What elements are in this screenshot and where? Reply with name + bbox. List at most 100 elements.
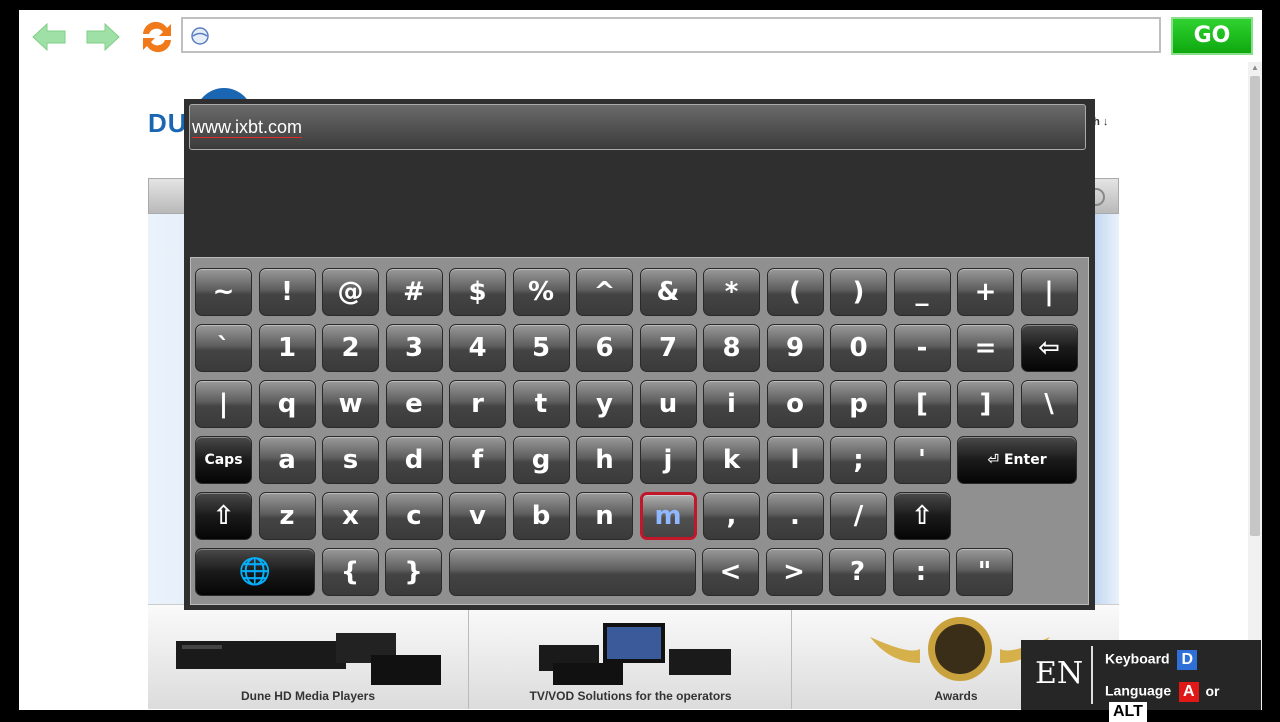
key-symbol[interactable]: @ [322, 268, 379, 316]
key-n[interactable]: n [576, 492, 633, 540]
key-m[interactable]: m [639, 492, 697, 540]
key-b[interactable]: b [512, 492, 570, 540]
key-q[interactable]: q [258, 380, 316, 428]
key-symbol[interactable]: , [703, 492, 760, 540]
key-symbol[interactable]: & [639, 268, 697, 316]
key-symbol[interactable]: ) [830, 268, 887, 316]
key-i[interactable]: i [703, 380, 760, 428]
media-player-image [176, 633, 441, 685]
key-symbol[interactable]: = [957, 324, 1014, 372]
key-symbol[interactable]: ? [829, 548, 886, 596]
key-symbol[interactable]: $ [449, 268, 506, 316]
alt-shortcut-key: ALT [1109, 702, 1147, 722]
key-v[interactable]: v [449, 492, 506, 540]
shift-key[interactable]: ⇧ [893, 492, 951, 540]
site-logo[interactable]: DU [148, 108, 188, 139]
key-symbol[interactable]: ~ [195, 268, 252, 316]
key-symbol[interactable]: | [1020, 268, 1078, 316]
key-f[interactable]: f [449, 436, 506, 484]
key-symbol[interactable]: } [385, 548, 442, 596]
key-d[interactable]: d [385, 436, 443, 484]
key-symbol[interactable]: [ [893, 380, 951, 428]
key-symbol[interactable]: * [703, 268, 760, 316]
key-7[interactable]: 7 [639, 324, 697, 372]
shift-key[interactable]: ⇧ [195, 492, 252, 540]
key-r[interactable]: r [449, 380, 506, 428]
key-0[interactable]: 0 [830, 324, 887, 372]
product-label: Dune HD Media Players [240, 689, 376, 703]
key-9[interactable]: 9 [766, 324, 824, 372]
vertical-scrollbar[interactable]: ▲ [1248, 62, 1262, 710]
keyboard-text-field[interactable]: www.ixbt.com [189, 104, 1086, 150]
language-panel: EN Keyboard D Language A or ALT [1021, 640, 1261, 722]
product-tv-vod[interactable]: TV/VOD Solutions for the operators [468, 605, 792, 709]
language-key[interactable]: 🌐 [195, 548, 315, 596]
key-symbol[interactable]: # [385, 268, 443, 316]
caps-lock-key[interactable]: Caps [195, 436, 252, 484]
key-symbol[interactable]: + [957, 268, 1014, 316]
refresh-button[interactable] [137, 18, 177, 56]
key-symbol[interactable]: _ [893, 268, 951, 316]
scroll-up-icon[interactable]: ▲ [1251, 64, 1259, 72]
key-symbol[interactable]: ` [195, 324, 252, 372]
key-a[interactable]: a [258, 436, 316, 484]
key-l[interactable]: l [766, 436, 824, 484]
key-symbol[interactable]: - [893, 324, 951, 372]
product-label: TV/VOD Solutions for the operators [529, 689, 732, 703]
key-s[interactable]: s [322, 436, 379, 484]
key-1[interactable]: 1 [258, 324, 316, 372]
refresh-icon [143, 21, 171, 53]
key-symbol[interactable]: \ [1020, 380, 1078, 428]
key-symbol[interactable]: ! [258, 268, 316, 316]
key-h[interactable]: h [576, 436, 633, 484]
scroll-thumb[interactable] [1250, 76, 1260, 536]
forward-button[interactable] [83, 18, 123, 56]
key-o[interactable]: o [766, 380, 824, 428]
key-g[interactable]: g [512, 436, 570, 484]
key-5[interactable]: 5 [512, 324, 570, 372]
key-symbol[interactable]: < [702, 548, 759, 596]
key-j[interactable]: j [639, 436, 697, 484]
virtual-keyboard: www.ixbt.com ~! @ # $% ^ & *() _ + | ` 1 2 3 4 5 6 7 8 9 0- =… [184, 99, 1095, 610]
product-media-players[interactable]: Dune HD Media Players [148, 605, 468, 709]
key-4[interactable]: 4 [449, 324, 506, 372]
key-symbol[interactable]: > [765, 548, 823, 596]
key-e[interactable]: e [385, 380, 443, 428]
key-symbol[interactable]: ^ [576, 268, 633, 316]
key-6[interactable]: 6 [576, 324, 633, 372]
keyboard-shortcut-key: D [1177, 650, 1198, 670]
key-k[interactable]: k [703, 436, 760, 484]
back-button[interactable] [29, 18, 69, 56]
key-symbol[interactable]: % [512, 268, 570, 316]
key-u[interactable]: u [639, 380, 697, 428]
key-symbol[interactable]: | [195, 380, 252, 428]
key-symbol[interactable]: { [321, 548, 379, 596]
space-key[interactable] [448, 548, 696, 596]
go-button[interactable]: GO [1171, 17, 1253, 55]
backspace-key[interactable]: ⇦ [1020, 324, 1078, 372]
key-8[interactable]: 8 [703, 324, 760, 372]
key-y[interactable]: y [576, 380, 633, 428]
enter-key[interactable]: ⏎ Enter [957, 436, 1077, 484]
key-symbol[interactable]: ; [830, 436, 887, 484]
address-bar[interactable] [181, 17, 1161, 53]
arrow-left-icon [32, 22, 66, 52]
key-symbol[interactable]: ' [893, 436, 951, 484]
key-z[interactable]: z [258, 492, 316, 540]
key-symbol[interactable]: ] [957, 380, 1014, 428]
key-3[interactable]: 3 [385, 324, 443, 372]
key-symbol[interactable]: " [956, 548, 1013, 596]
key-2[interactable]: 2 [322, 324, 379, 372]
key-symbol[interactable]: ( [766, 268, 824, 316]
key-t[interactable]: t [512, 380, 570, 428]
key-x[interactable]: x [322, 492, 379, 540]
key-symbol[interactable]: . [766, 492, 824, 540]
browser-toolbar: GO [19, 10, 1262, 62]
language-divider [1091, 646, 1093, 704]
key-symbol[interactable]: / [830, 492, 887, 540]
key-p[interactable]: p [830, 380, 887, 428]
key-w[interactable]: w [322, 380, 379, 428]
key-c[interactable]: c [385, 492, 443, 540]
language-shortcut-row: Language A or ALT [1105, 682, 1261, 722]
key-symbol[interactable]: : [892, 548, 950, 596]
